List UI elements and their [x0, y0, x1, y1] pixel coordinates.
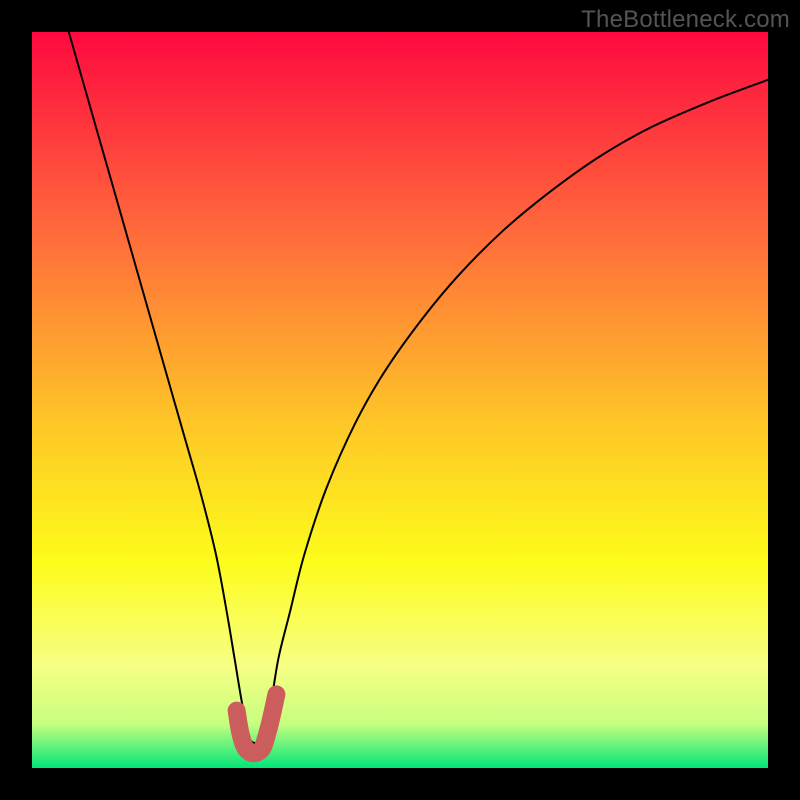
- chart-frame: TheBottleneck.com: [0, 0, 800, 800]
- watermark-text: TheBottleneck.com: [581, 6, 790, 34]
- bottleneck-chart: [0, 0, 800, 800]
- gradient-background: [32, 32, 768, 768]
